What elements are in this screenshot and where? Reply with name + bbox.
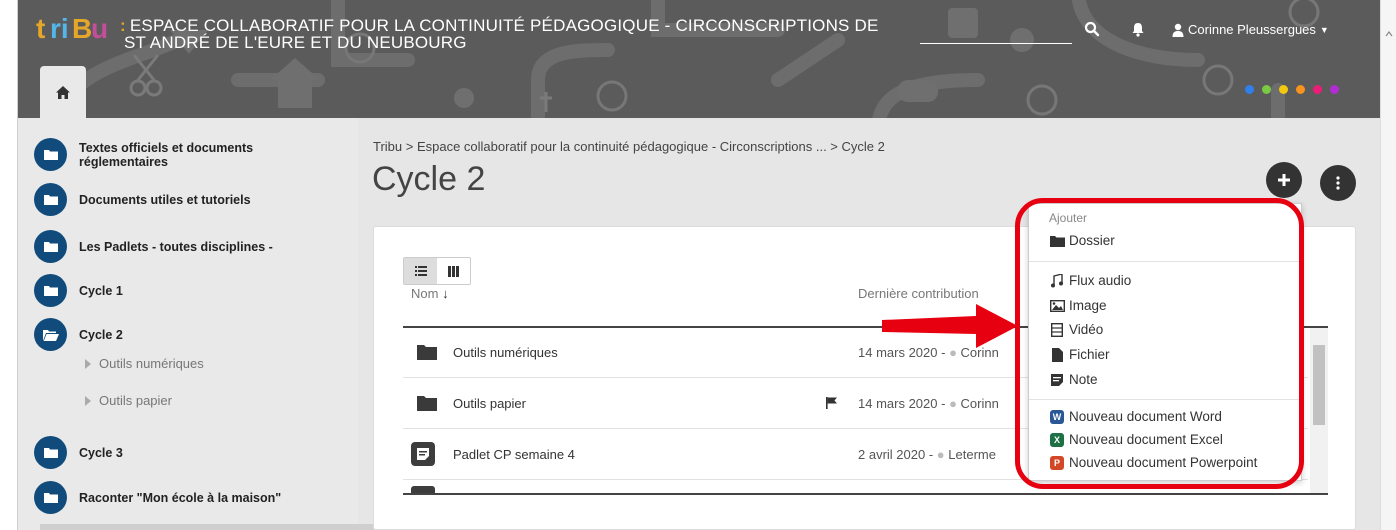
- sidebar-item-raconter[interactable]: Raconter "Mon école à la maison": [34, 481, 281, 514]
- note-icon: [411, 486, 435, 493]
- sidebar-subitem-label: Outils numériques: [99, 356, 204, 371]
- user-menu[interactable]: Corinne Pleussergues ▼: [1172, 22, 1329, 37]
- caret-down-icon: ▼: [1319, 24, 1329, 35]
- list-view-button[interactable]: [404, 258, 437, 284]
- sidebar-subitem-outils-papier[interactable]: Outils papier: [85, 393, 172, 408]
- row-author: Corinn: [960, 396, 999, 411]
- row-name[interactable]: Padlet CP semaine 4: [453, 447, 575, 462]
- red-arrow-annotation: [882, 304, 1018, 348]
- sidebar-divider: [40, 524, 374, 530]
- scroll-up-icon[interactable]: [1385, 30, 1393, 38]
- tribu-logo[interactable]: t ri B u: [36, 12, 128, 48]
- color-dot: [1262, 85, 1271, 94]
- sidebar-item-label: Documents utiles et tutoriels: [79, 192, 251, 207]
- row-date: 2 avril 2020 - ● Leterme: [858, 447, 996, 462]
- columns-icon: [448, 265, 459, 277]
- expand-triangle-icon[interactable]: [85, 358, 91, 369]
- color-dot: [1296, 85, 1305, 94]
- svg-text:t: t: [36, 13, 45, 44]
- page-title: Cycle 2: [372, 160, 486, 198]
- row-date-text: 2 avril 2020 -: [858, 447, 934, 462]
- sidebar-item-documents-utiles[interactable]: Documents utiles et tutoriels: [34, 183, 251, 216]
- row-date-text: 14 mars 2020 -: [858, 396, 946, 411]
- home-tab[interactable]: [40, 66, 86, 118]
- folder-icon: [417, 345, 437, 360]
- row-name[interactable]: Outils numériques: [453, 345, 558, 360]
- svg-text:u: u: [91, 13, 108, 44]
- search-input[interactable]: [920, 43, 1072, 44]
- folder-icon: [34, 436, 67, 469]
- user-icon: [1172, 23, 1184, 37]
- row-date: 14 mars 2020 - ● Corinn: [858, 396, 999, 411]
- column-header-name-label: Nom: [411, 286, 439, 301]
- svg-text:ri: ri: [50, 13, 69, 44]
- site-title-line2: ST ANDRÉ DE L'EURE ET DU NEUBOURG: [124, 33, 467, 52]
- sidebar-item-label: Cycle 3: [79, 445, 123, 460]
- sidebar-item-textes-officiels[interactable]: Textes officiels et documents réglementa…: [34, 138, 253, 171]
- color-dot: [1313, 85, 1322, 94]
- sidebar-item-label: Textes officiels et documents réglementa…: [79, 141, 253, 169]
- sidebar-item-label: Cycle 1: [79, 283, 123, 298]
- sidebar-item-label-line1: Textes officiels et documents: [79, 140, 254, 155]
- color-dot: [1330, 85, 1339, 94]
- sort-down-arrow-icon: ↓: [442, 286, 449, 301]
- table-scroll-thumb[interactable]: [1313, 345, 1325, 425]
- color-dot: [1279, 85, 1288, 94]
- app-window: t ri B u : ESPACE COLLABORATIF POUR LA CO…: [0, 0, 1396, 530]
- sidebar-subitem-label: Outils papier: [99, 393, 172, 408]
- row-author: Leterme: [948, 447, 996, 462]
- add-button[interactable]: [1266, 162, 1302, 198]
- folder-icon: [34, 230, 67, 263]
- search-icon[interactable]: [1084, 21, 1100, 37]
- plus-icon: [1278, 174, 1290, 186]
- list-icon: [414, 266, 427, 276]
- left-border: [0, 0, 18, 530]
- folder-icon: [34, 138, 67, 171]
- column-header-contribution[interactable]: Dernière contribution: [858, 286, 979, 301]
- page-scrollbar[interactable]: [1380, 0, 1396, 530]
- folder-icon: [34, 481, 67, 514]
- red-highlight-annotation: [1015, 198, 1304, 489]
- flag-icon[interactable]: [826, 397, 838, 409]
- note-icon: [411, 442, 435, 466]
- sidebar-item-padlets[interactable]: Les Padlets - toutes disciplines -: [34, 230, 273, 263]
- row-name[interactable]: Outils papier: [453, 396, 526, 411]
- expand-triangle-icon[interactable]: [85, 395, 91, 406]
- sidebar-item-label: Raconter "Mon école à la maison": [79, 490, 282, 505]
- folder-icon: [34, 274, 67, 307]
- home-icon: [56, 85, 70, 99]
- column-header-name[interactable]: Nom ↓: [411, 286, 449, 301]
- folder-icon: [417, 396, 437, 411]
- sidebar-item-label: Cycle 2: [79, 327, 123, 342]
- user-name: Corinne Pleussergues: [1188, 22, 1316, 37]
- sidebar-item-cycle-2[interactable]: Cycle 2: [34, 318, 123, 351]
- vertical-ellipsis-icon: [1336, 176, 1340, 190]
- more-options-button[interactable]: [1320, 165, 1356, 201]
- sidebar-subitem-outils-numeriques[interactable]: Outils numériques: [85, 356, 204, 371]
- view-toggle: [403, 257, 471, 285]
- color-dots: [1245, 85, 1339, 94]
- user-icon: ●: [936, 447, 945, 462]
- bell-icon[interactable]: [1130, 21, 1146, 37]
- folder-icon: [34, 183, 67, 216]
- svg-text:B: B: [72, 13, 92, 44]
- column-view-button[interactable]: [437, 258, 470, 284]
- sidebar-item-label-line2: réglementaires: [79, 154, 168, 169]
- breadcrumb[interactable]: Tribu > Espace collaboratif pour la cont…: [373, 139, 885, 154]
- user-icon: ●: [949, 396, 957, 411]
- sidebar-item-cycle-3[interactable]: Cycle 3: [34, 436, 123, 469]
- header-banner: t ri B u : ESPACE COLLABORATIF POUR LA CO…: [18, 0, 1380, 118]
- sidebar-item-label: Les Padlets - toutes disciplines -: [79, 239, 273, 254]
- color-dot: [1245, 85, 1254, 94]
- table-footer-line: [403, 493, 1328, 495]
- folder-open-icon: [34, 318, 67, 351]
- sidebar-item-cycle-1[interactable]: Cycle 1: [34, 274, 123, 307]
- site-title: : ESPACE COLLABORATIF POUR LA CONTINUITÉ …: [120, 17, 920, 51]
